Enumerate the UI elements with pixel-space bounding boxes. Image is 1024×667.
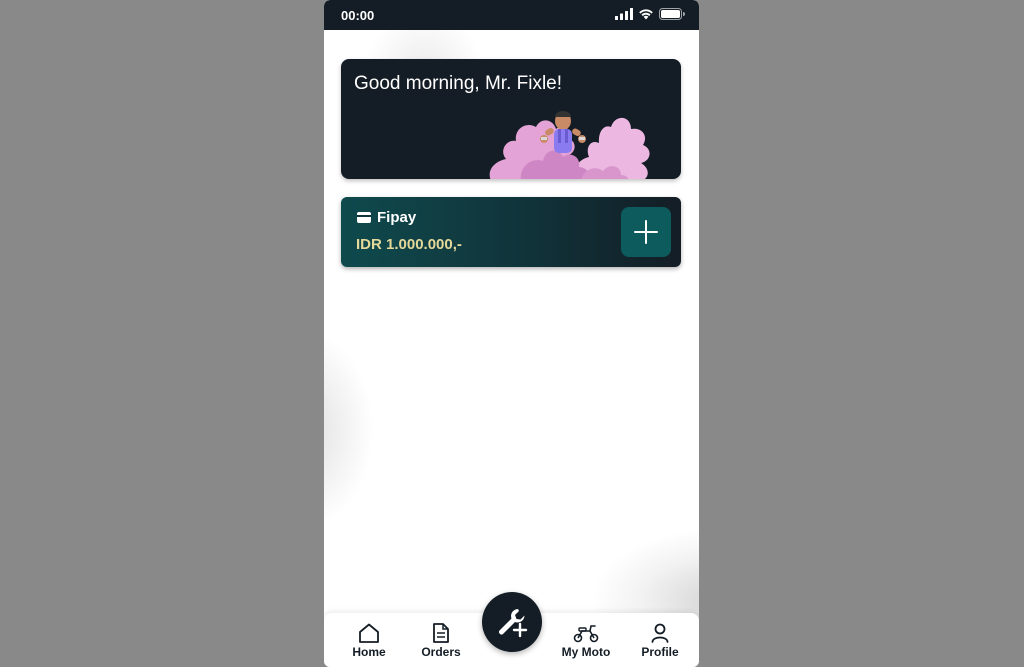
phone-screen: 00:00 Good morning, Mr. Fixle! Fipay IDR… xyxy=(324,0,699,667)
wrench-plus-icon xyxy=(499,609,528,638)
status-bar: 00:00 xyxy=(324,0,699,30)
signal-icon xyxy=(615,8,633,20)
fipay-balance: IDR 1.000.000,- xyxy=(356,236,462,253)
status-icons xyxy=(615,8,685,20)
plus-icon xyxy=(634,220,658,244)
background-blob xyxy=(324,330,374,530)
greeting-card: Good morning, Mr. Fixle! xyxy=(341,59,681,179)
document-icon xyxy=(433,623,449,643)
mechanic-illustration xyxy=(489,111,650,179)
user-icon xyxy=(651,623,669,643)
nav-label-my-moto: My Moto xyxy=(561,645,611,659)
nav-label-profile: Profile xyxy=(641,645,679,659)
nav-label-orders: Orders xyxy=(421,645,461,659)
topup-button[interactable] xyxy=(621,207,671,257)
service-fab-button[interactable] xyxy=(482,592,542,652)
fipay-wallet-card[interactable]: Fipay IDR 1.000.000,- xyxy=(341,197,681,267)
fipay-title: Fipay xyxy=(377,209,417,226)
nav-item-orders[interactable]: Orders xyxy=(416,613,466,667)
scooter-icon xyxy=(573,625,599,643)
nav-item-home[interactable]: Home xyxy=(346,613,392,667)
home-icon xyxy=(359,623,379,643)
nav-label-home: Home xyxy=(352,645,386,659)
card-icon xyxy=(357,212,371,223)
battery-icon xyxy=(659,8,685,20)
greeting-text: Good morning, Mr. Fixle! xyxy=(354,73,563,94)
status-time: 00:00 xyxy=(341,8,375,23)
fipay-title-row: Fipay xyxy=(357,209,416,226)
wifi-icon xyxy=(639,9,653,20)
nav-item-profile[interactable]: Profile xyxy=(637,613,683,667)
nav-item-my-moto[interactable]: My Moto xyxy=(556,613,616,667)
